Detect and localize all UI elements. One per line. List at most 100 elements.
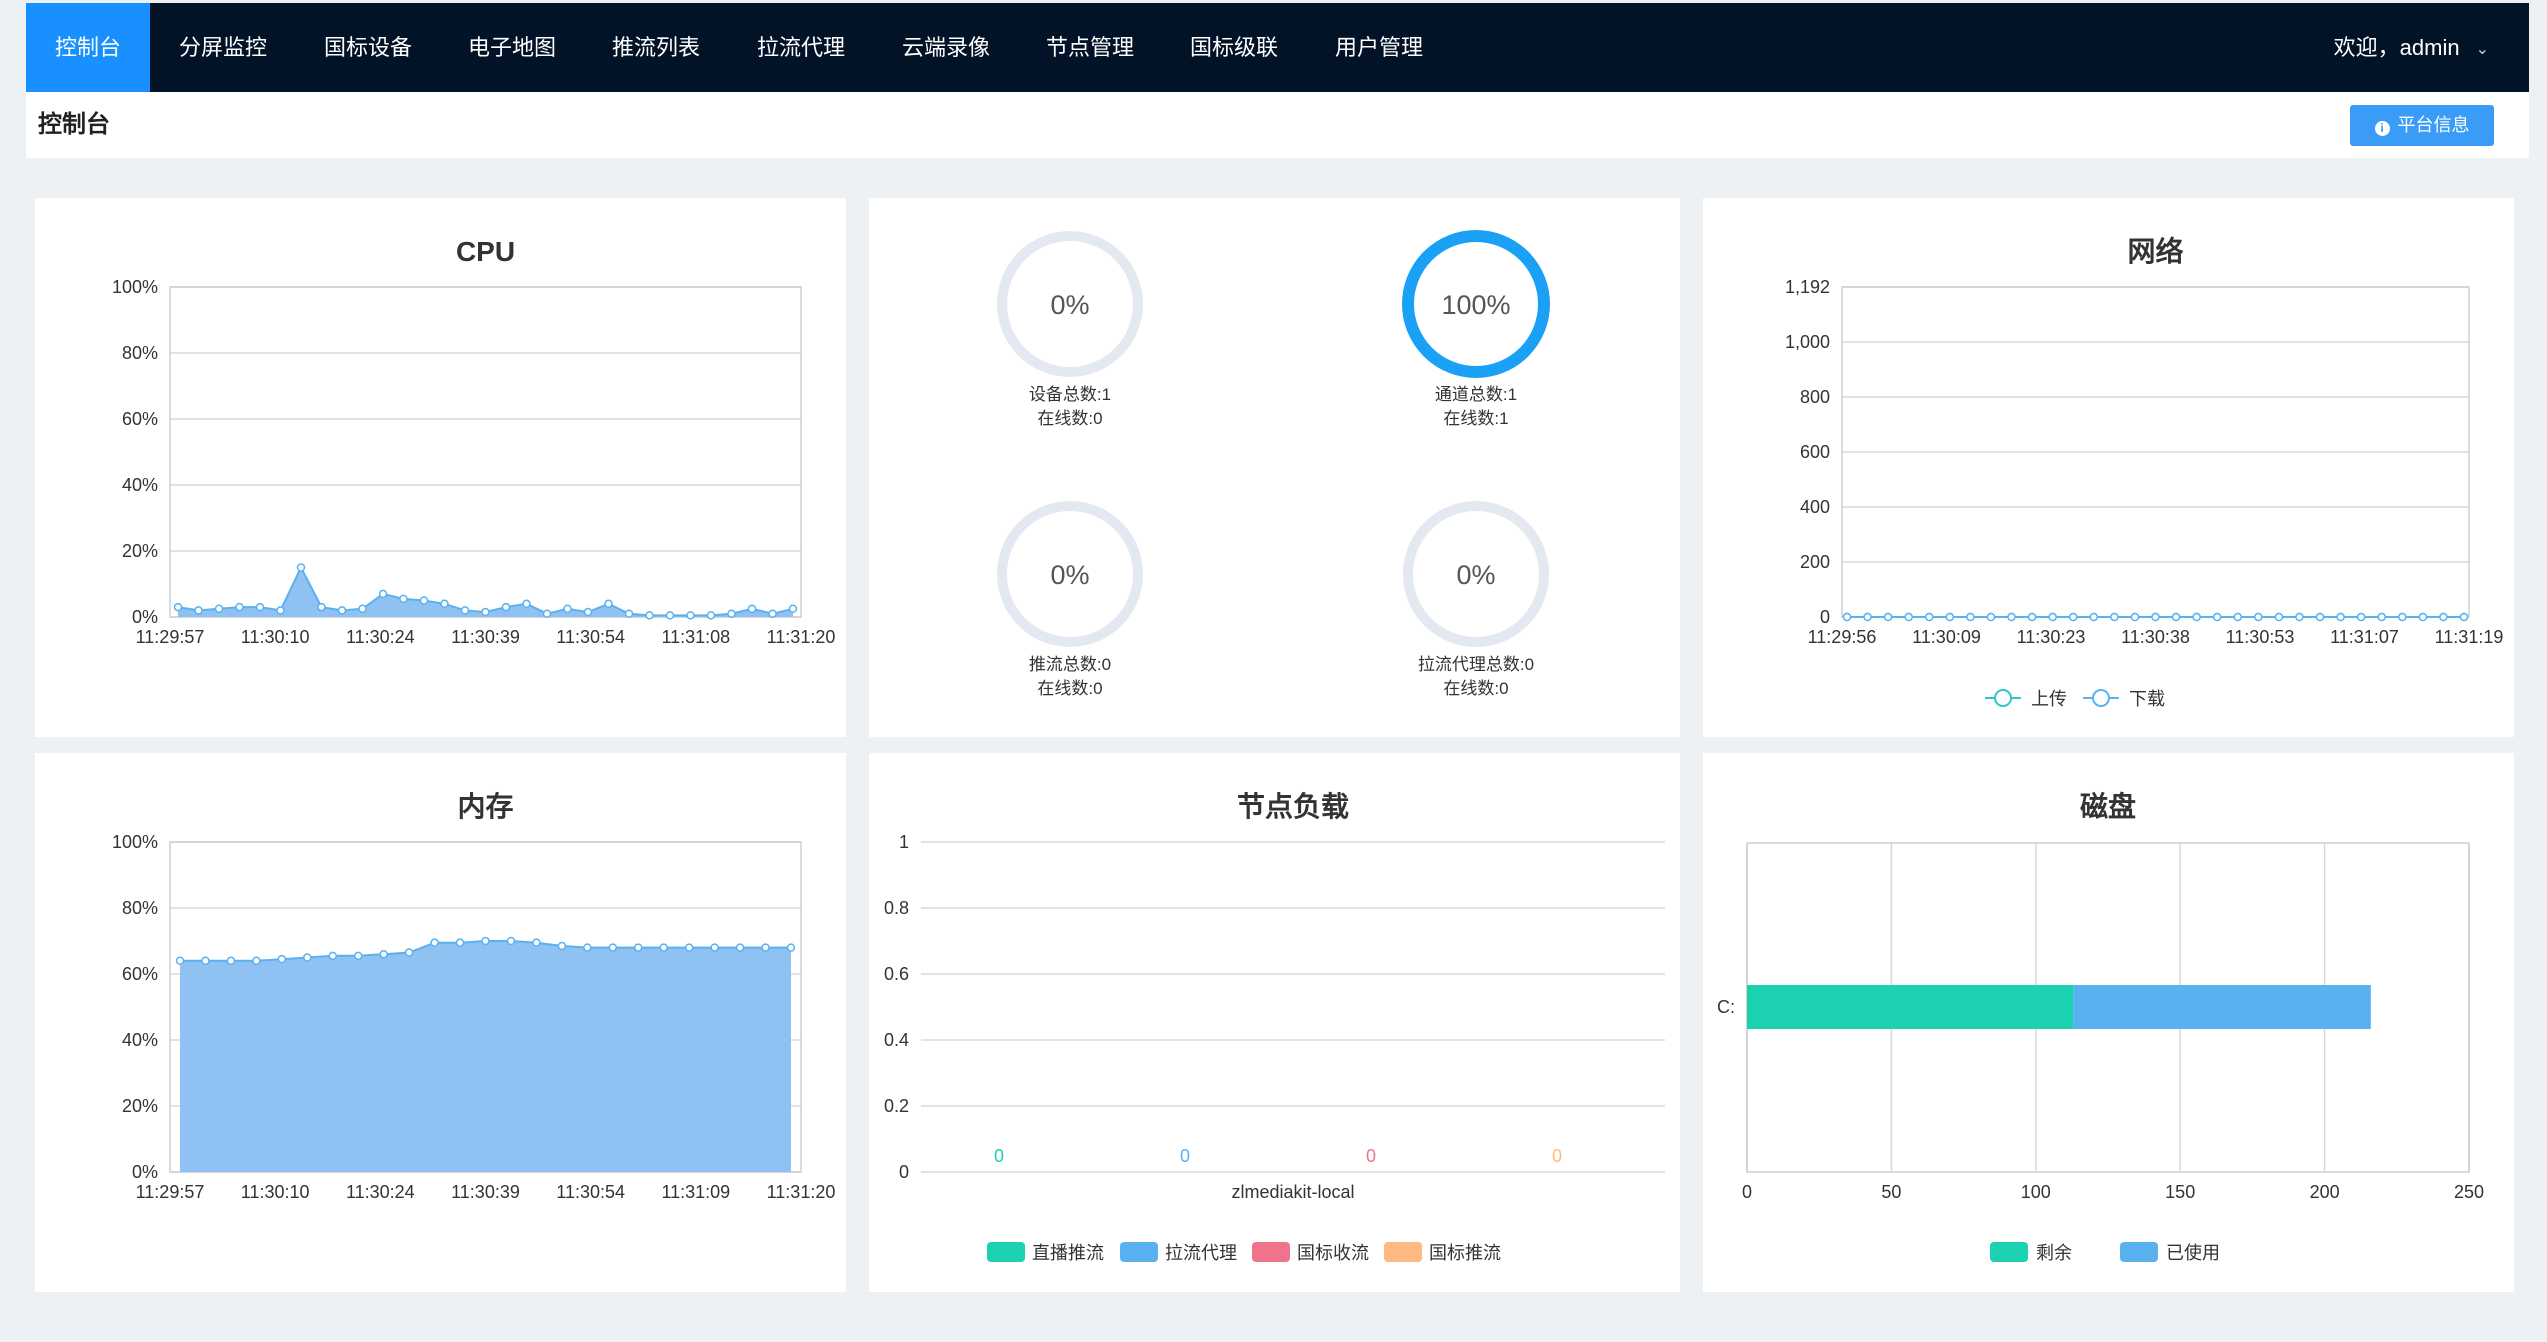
node-load-chart: 节点负载 1 0.8 0.6 0.4 0.2 0 zlmediakit-local 0 0 0 0 直播… [884,791,1665,1263]
node-load-panel: 节点负载 1 0.8 0.6 0.4 0.2 0 zlmediakit-local 0 0 0 0 直播… [869,753,1680,1292]
nav-cloud-record[interactable]: 云端录像 [874,3,1018,92]
data-point [761,943,770,952]
data-point [2233,612,2243,622]
data-point [379,949,388,959]
bar-data-label: 0 [994,1146,1004,1166]
cpu-chart: CPU 100% 80% 60% 40% 20% 0%11:29:57 11:30:10 11:… [112,236,835,647]
data-point [506,936,516,946]
nav-map[interactable]: 电子地图 [440,3,584,92]
data-point [2048,612,2057,622]
data-point [2274,612,2284,622]
gauge-online-label: 在线数:0 [1037,679,1102,698]
data-point [337,606,347,615]
data-point [175,956,185,966]
data-point [2007,612,2016,622]
data-point [252,956,261,966]
data-point [2254,612,2263,622]
y-tick-label: 100% [112,832,158,852]
legend-label: 已使用 [2166,1243,2220,1263]
welcome-text: 欢迎，admin [2333,35,2460,60]
chevron-down-icon: ⌄ [2475,40,2489,58]
data-point [542,609,552,618]
data-point [501,602,511,612]
bar-data-label: 0 [1180,1146,1190,1166]
nav-pull-proxy[interactable]: 拉流代理 [728,3,874,92]
data-point [255,602,265,612]
nav-dashboard[interactable]: 控制台 [26,3,150,92]
data-point [735,943,745,952]
nav-split-monitor[interactable]: 分屏监控 [150,3,296,92]
platform-info-button[interactable]: i 平台信息 [2350,105,2494,146]
data-point [1904,612,1913,622]
gauge-percent: 0% [1050,290,1089,320]
legend-swatch [1990,1242,2028,1262]
data-point [404,948,414,957]
data-point [214,604,224,613]
data-point [2336,612,2345,622]
y-tick-label: 0.6 [884,964,909,984]
data-point [455,938,465,947]
y-tick-label: 800 [1800,387,1830,407]
gauge-percent: 100% [1441,290,1510,320]
x-tick-label: 11:30:10 [241,1182,310,1202]
chart-title: 内存 [457,790,513,822]
gauge-online-label: 在线数:0 [1037,409,1102,428]
y-tick-label: 1,192 [1785,277,1830,297]
disk-panel: 磁盘 0 50 100 150 200 250 C: 剩余 已使用 [1703,753,2514,1292]
network-panel: 网络 1,192 1,000 800 600 400 200 0 11:29:56 11:30:0… [1703,198,2514,737]
x-tick-label: 11:29:56 [1808,627,1877,647]
data-point [419,596,429,605]
y-tick-label: 0.2 [884,1096,909,1116]
data-point [1966,612,1975,622]
chart-title: CPU [456,236,515,267]
data-point [608,943,618,952]
bar-segment [2073,985,2371,1029]
gauge-total-label: 拉流代理总数:0 [1418,655,1534,674]
nav-node-manage[interactable]: 节点管理 [1018,3,1162,92]
data-point [399,594,408,604]
bar-data-label: 0 [1552,1146,1562,1166]
nav-gb-cascade[interactable]: 国标级联 [1162,3,1306,92]
data-point [747,604,757,613]
x-tick-label: 11:29:57 [136,627,205,647]
data-point [2068,612,2078,622]
x-tick-label: 11:30:38 [2121,627,2190,647]
data-point [710,943,719,952]
data-point [317,602,326,612]
data-point [328,951,337,961]
y-tick-label: 0 [1820,607,1830,627]
data-point [353,951,363,961]
y-tick-label: 0% [132,607,158,627]
user-menu[interactable]: 欢迎，admin ⌄ [2334,3,2489,92]
data-point [1925,612,1934,622]
data-point [786,943,796,952]
data-point [788,604,798,613]
data-point [2439,612,2448,622]
gauge-online-label: 在线数:0 [1443,679,1508,698]
x-tick-label: 11:30:23 [2017,627,2086,647]
cpu-panel: CPU 100% 80% 60% 40% 20% 0% 11:29:57 11:30:10 11:… [35,198,846,737]
x-tick-label: 100 [2021,1182,2051,1202]
gauge-total-label: 设备总数:1 [1029,385,1111,404]
y-tick-label: 40% [122,475,158,495]
data-point [583,943,592,952]
bar-segment [1747,985,2074,1029]
y-tick-label: 60% [122,409,158,429]
data-point [277,954,287,964]
bar-data-label: 0 [1366,1146,1376,1166]
x-tick-label: 11:31:09 [661,1182,730,1202]
data-point [2089,612,2099,622]
legend-marker [1994,689,2012,707]
page-title: 控制台 [38,111,110,138]
x-tick-label: 11:30:39 [451,1182,520,1202]
legend-swatch [2120,1242,2158,1262]
data-point [481,936,490,946]
y-tick-label: 80% [122,898,158,918]
data-point [557,941,567,951]
nav-gb-devices[interactable]: 国标设备 [296,3,440,92]
nav-push-list[interactable]: 推流列表 [584,3,728,92]
data-point [686,611,695,620]
nav-user-manage[interactable]: 用户管理 [1306,3,1452,92]
data-point [727,609,736,618]
x-tick-label: 11:29:57 [136,1182,205,1202]
